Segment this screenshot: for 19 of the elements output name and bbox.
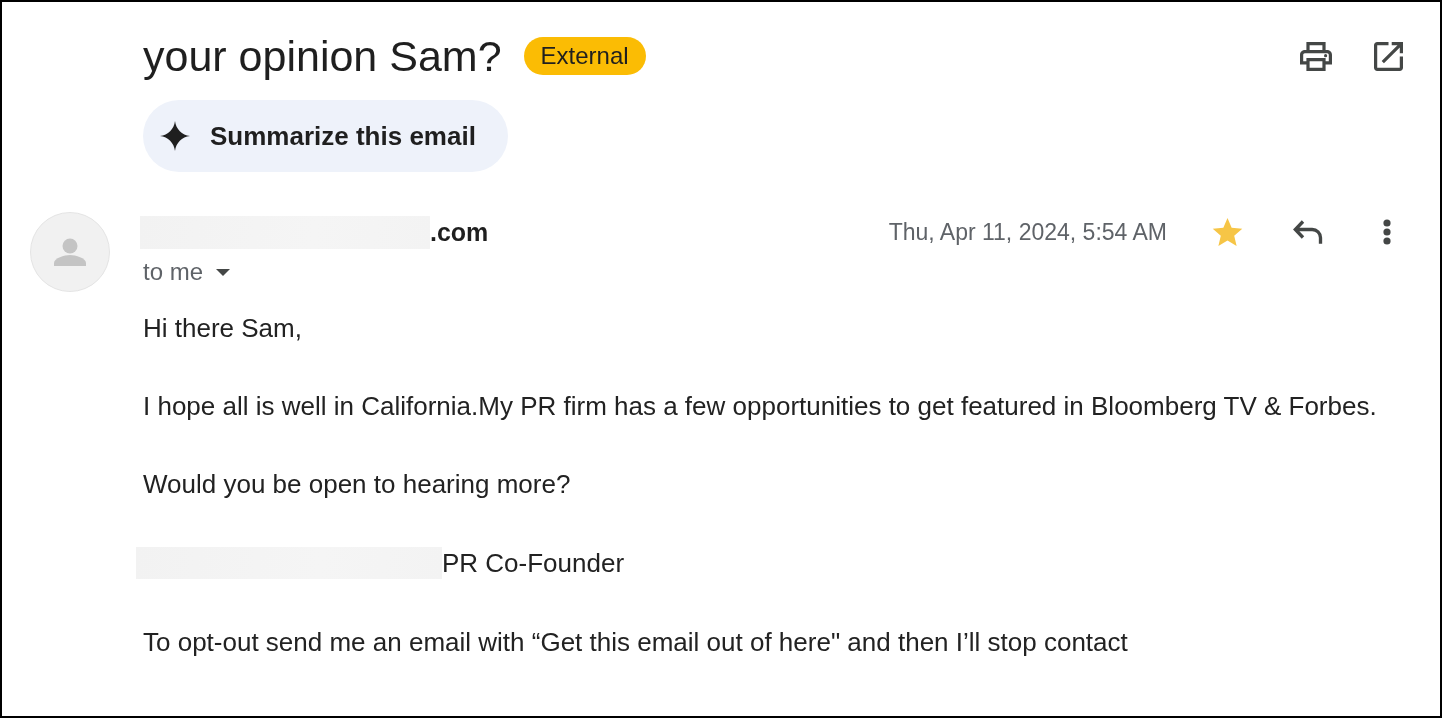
print-icon[interactable] <box>1300 41 1332 71</box>
message-text: To opt-out send me an email with “Get this email out of here" and then I’ll stop contact <box>143 627 1128 657</box>
message-text: I hope all is well in California.My PR firm has a few opportunities to get featured in Bloomberg TV & Forbes. <box>143 391 1377 421</box>
message-text: Hi there Sam, <box>143 313 302 343</box>
message-text: PR Co-Founder <box>442 548 625 578</box>
caret-icon <box>216 268 231 276</box>
subject-title: your opinion Sam? <box>143 32 502 80</box>
star-icon[interactable] <box>1212 217 1243 247</box>
more-options-icon[interactable] <box>1383 219 1391 245</box>
summarize-button[interactable]: Summarize this email <box>143 100 508 172</box>
recipients-button[interactable]: to me <box>143 258 231 286</box>
open-in-new-window-icon[interactable] <box>1374 41 1403 71</box>
message-date: Thu, Apr 11, 2024, 5:54 AM <box>888 218 1167 246</box>
sender-name: .com <box>430 217 489 247</box>
sparkle-icon <box>160 121 190 151</box>
avatar-icon <box>30 212 110 292</box>
label-chip: External <box>523 37 646 75</box>
message-text: Would you be open to hearing more? <box>143 469 571 499</box>
reply-icon[interactable] <box>1293 219 1323 245</box>
